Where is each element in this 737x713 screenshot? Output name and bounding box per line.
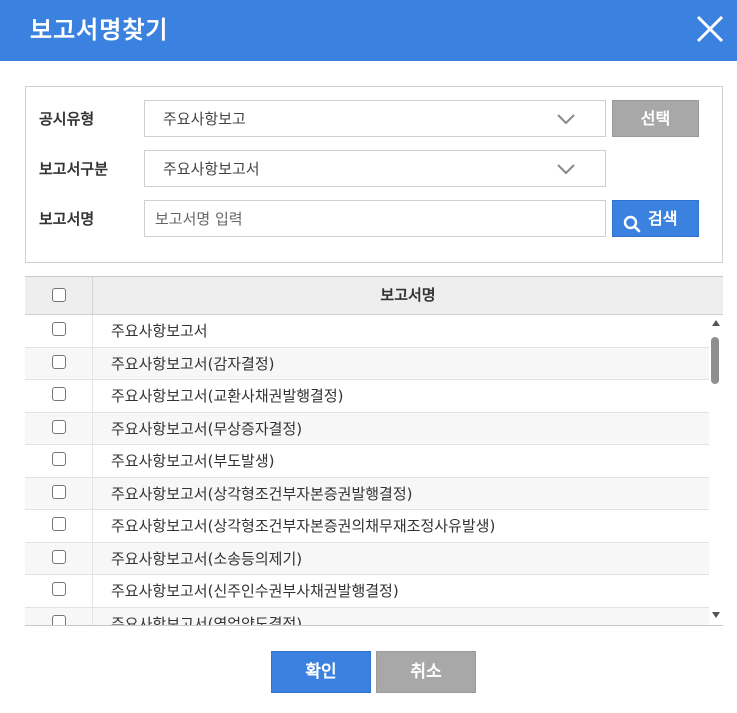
table-row[interactable]: 주요사항보고서(교환사채권발행결정) [25,380,709,413]
table-body: 주요사항보고서 주요사항보고서(감자결정) 주요사항보고서(교환사채권발행결정)… [25,315,709,626]
report-name-input[interactable] [144,200,606,237]
report-category-label: 보고서구분 [39,160,109,178]
header-check-cell [25,277,93,314]
table-row[interactable]: 주요사항보고서(감자결정) [25,347,709,380]
report-name-cell: 주요사항보고서(무상증자결정) [111,419,303,438]
row-checkbox[interactable] [52,419,66,434]
confirm-button[interactable]: 확인 [271,651,371,693]
report-name-label: 보고서명 [39,210,95,228]
row-checkbox[interactable] [52,517,66,531]
search-icon [623,210,641,233]
disclosure-type-select[interactable]: 주요사항보고 [144,100,606,137]
select-all-checkbox[interactable] [52,288,66,302]
report-name-cell: 주요사항보고서(영업양도결정) [111,614,303,626]
table-row[interactable]: 주요사항보고서(신주인수권부사채권발행결정) [25,575,709,608]
disclosure-type-value: 주요사항보고 [163,110,246,128]
table-row[interactable]: 주요사항보고서(무상증자결정) [25,412,709,445]
row-checkbox[interactable] [52,387,66,401]
search-button[interactable]: 검색 [612,200,699,237]
chevron-down-icon [555,111,577,127]
dialog-header: 보고서명찾기 [0,0,737,61]
table-header: 보고서명 [25,277,723,315]
row-checkbox[interactable] [52,549,66,564]
filter-panel: 공시유형 주요사항보고 선택 보고서구분 주요사항보고서 보고서명 검색 [25,86,723,263]
scroll-up-arrow-icon[interactable] [712,320,720,326]
report-name-cell: 주요사항보고서(상각형조건부자본증권발행결정) [111,484,413,503]
report-name-cell: 주요사항보고서(감자결정) [111,354,275,373]
row-checkbox[interactable] [52,614,66,625]
report-name-cell: 주요사항보고서(부도발생) [111,452,275,470]
scrollbar-thumb[interactable] [711,337,719,384]
row-checkbox[interactable] [52,484,66,499]
close-icon[interactable] [695,12,725,46]
table-row[interactable]: 주요사항보고서(부도발생) [25,445,709,478]
row-checkbox[interactable] [52,582,66,596]
report-name-cell: 주요사항보고서(신주인수권부사채권발행결정) [111,582,399,600]
report-table: 보고서명 주요사항보고서 주요사항보고서(감자결정) 주요사항보고서(교환사채권… [25,276,723,626]
row-checkbox[interactable] [52,452,66,466]
table-row[interactable]: 주요사항보고서(소송등의제기) [25,542,709,575]
table-row[interactable]: 주요사항보고서(상각형조건부자본증권발행결정) [25,477,709,510]
table-row[interactable]: 주요사항보고서(영업양도결정) [25,607,709,626]
cancel-button[interactable]: 취소 [376,651,476,693]
table-row[interactable]: 주요사항보고서(상각형조건부자본증권의채무재조정사유발생) [25,510,709,543]
report-name-cell: 주요사항보고서(소송등의제기) [111,549,303,568]
column-header-report-name: 보고서명 [380,286,436,304]
report-category-select[interactable]: 주요사항보고서 [144,150,606,187]
chevron-down-icon [555,161,577,177]
row-checkbox[interactable] [52,354,66,369]
disclosure-type-label: 공시유형 [39,110,95,128]
report-name-cell: 주요사항보고서(상각형조건부자본증권의채무재조정사유발생) [111,517,496,535]
table-row[interactable]: 주요사항보고서 [25,315,709,348]
report-category-value: 주요사항보고서 [163,160,260,178]
report-name-cell: 주요사항보고서 [111,322,208,340]
scroll-down-arrow-icon[interactable] [712,612,720,618]
search-button-label: 검색 [648,209,678,228]
dialog-title: 보고서명찾기 [30,16,169,44]
select-button[interactable]: 선택 [612,100,699,137]
row-checkbox[interactable] [52,322,66,336]
vertical-scrollbar[interactable] [709,315,723,625]
report-name-cell: 주요사항보고서(교환사채권발행결정) [111,387,344,405]
